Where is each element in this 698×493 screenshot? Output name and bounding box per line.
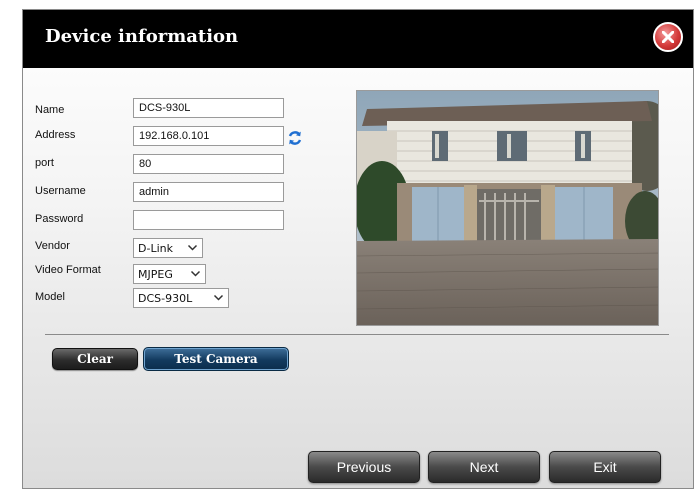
camera-preview	[356, 90, 659, 326]
video-format-label: Video Format	[35, 264, 101, 276]
address-label: Address	[35, 129, 76, 141]
name-label: Name	[35, 104, 65, 116]
chevron-down-icon	[190, 270, 201, 277]
model-value: DCS-930L	[138, 292, 193, 305]
vendor-value: D-Link	[138, 242, 173, 255]
device-information-dialog: Device information Name Address port Use…	[22, 9, 694, 489]
close-button[interactable]	[653, 22, 683, 52]
port-label: port	[35, 157, 54, 169]
address-input[interactable]: 192.168.0.101	[133, 126, 284, 146]
vendor-label: Vendor	[35, 240, 70, 252]
video-format-select[interactable]: MJPEG	[133, 264, 206, 284]
refresh-icon[interactable]	[287, 130, 303, 146]
model-select[interactable]: DCS-930L	[133, 288, 229, 308]
previous-button[interactable]: Previous	[308, 451, 420, 483]
chevron-down-icon	[213, 294, 224, 301]
username-input[interactable]: admin	[133, 182, 284, 202]
model-label: Model	[35, 291, 65, 303]
video-format-value: MJPEG	[138, 268, 173, 281]
camera-preview-image	[357, 91, 658, 325]
clear-button[interactable]: Clear	[52, 348, 138, 370]
dialog-title: Device information	[45, 26, 239, 47]
name-input[interactable]: DCS-930L	[133, 98, 284, 118]
divider	[45, 334, 669, 335]
exit-button[interactable]: Exit	[549, 451, 661, 483]
title-bar: Device information	[23, 10, 693, 68]
test-camera-button[interactable]: Test Camera	[143, 347, 289, 371]
vendor-select[interactable]: D-Link	[133, 238, 203, 258]
username-label: Username	[35, 185, 86, 197]
port-input[interactable]: 80	[133, 154, 284, 174]
chevron-down-icon	[187, 244, 198, 251]
password-input[interactable]	[133, 210, 284, 230]
password-label: Password	[35, 213, 84, 225]
close-icon	[662, 31, 674, 43]
next-button[interactable]: Next	[428, 451, 540, 483]
